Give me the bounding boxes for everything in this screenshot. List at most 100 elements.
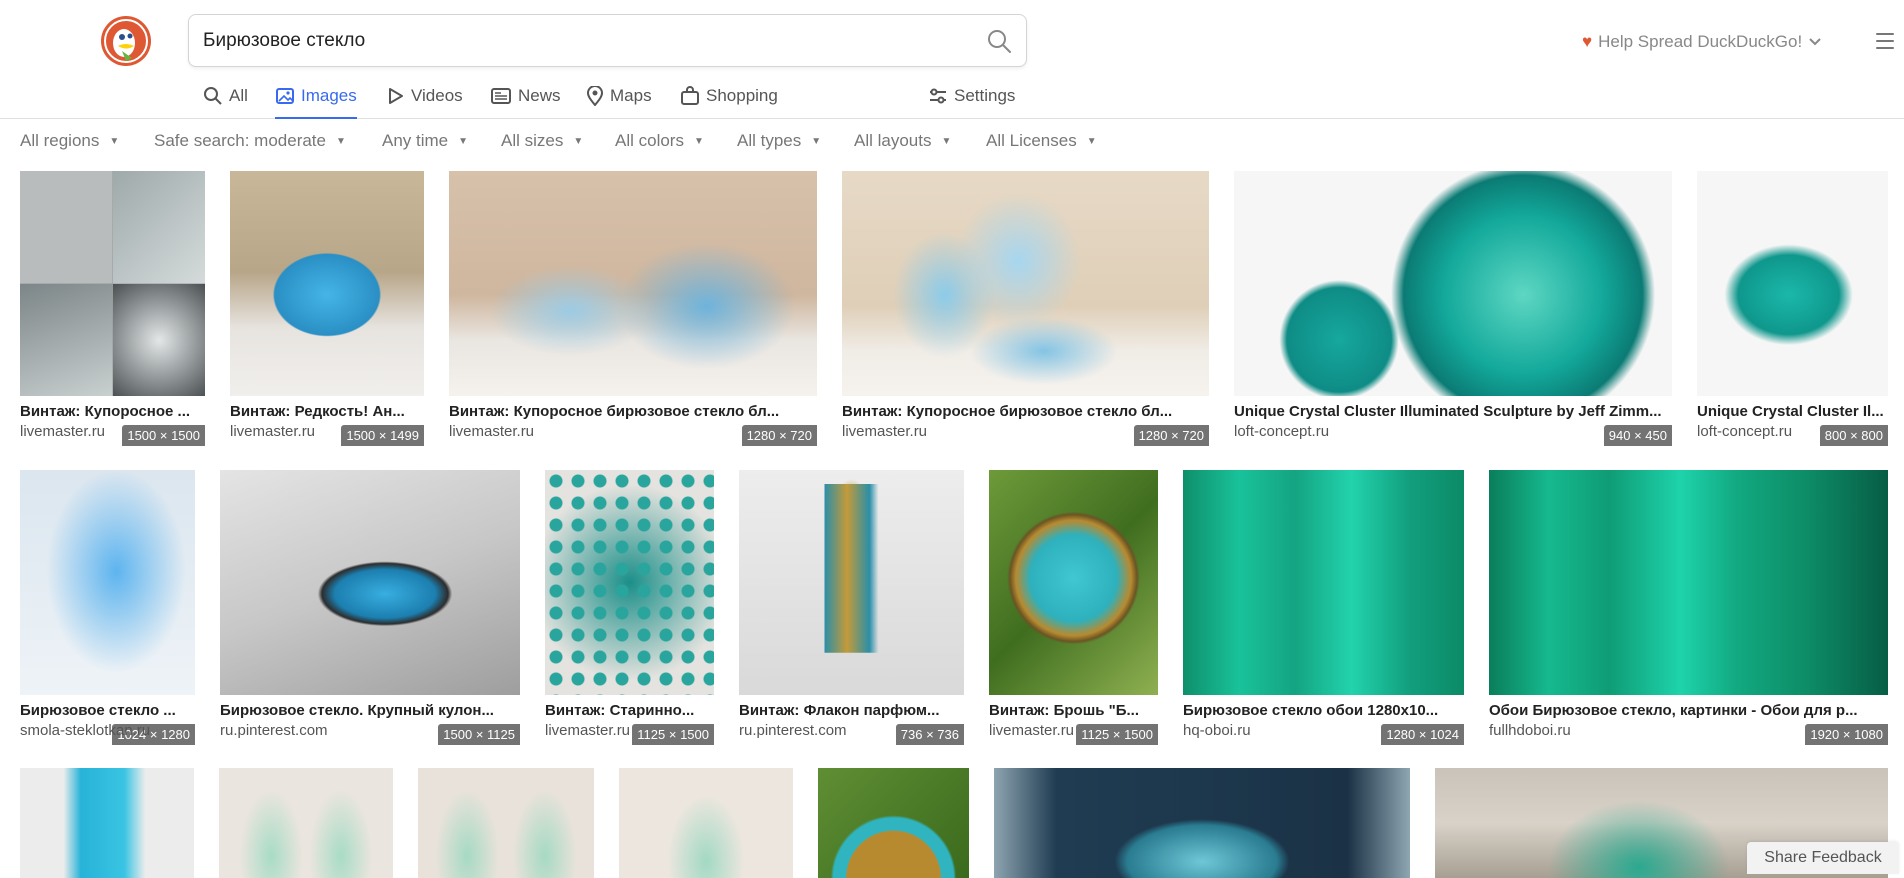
result-title: Винтаж: Старинно... xyxy=(545,702,695,719)
filter-colors[interactable]: All colors ▼ xyxy=(615,131,704,151)
result-title: Винтаж: Купоросное ... xyxy=(20,403,191,420)
image-result[interactable]: 1125 × 1500 Винтаж: Брошь "Б... livemast… xyxy=(989,470,1158,745)
filter-types[interactable]: All types ▼ xyxy=(737,131,821,151)
image-result[interactable] xyxy=(20,768,194,878)
filter-label: All types xyxy=(737,131,802,150)
tab-shopping-label: Shopping xyxy=(706,86,778,105)
tab-news-label: News xyxy=(518,86,561,105)
result-source: livemaster.ru xyxy=(842,423,928,440)
result-title: Бирюзовое стекло обои 1280x10... xyxy=(1183,702,1439,719)
image-result[interactable]: 1280 × 1024 Бирюзовое стекло обои 1280x1… xyxy=(1183,470,1464,745)
help-spread-label: Help Spread DuckDuckGo! xyxy=(1598,32,1803,51)
result-title: Винтаж: Купоросное бирюзовое стекло бл..… xyxy=(449,403,780,420)
settings-sliders-icon xyxy=(930,88,946,104)
filter-sizes[interactable]: All sizes ▼ xyxy=(501,131,583,151)
tab-all-label: All xyxy=(229,86,248,105)
menu-icon[interactable] xyxy=(1876,33,1894,49)
search-icon xyxy=(204,87,222,105)
image-result[interactable]: 1500 × 1499 Винтаж: Редкость! Ан... live… xyxy=(230,171,424,446)
image-result[interactable]: 1280 × 720 Винтаж: Купоросное бирюзовое … xyxy=(449,171,817,446)
result-source: livemaster.ru xyxy=(545,722,631,739)
result-title: Обои Бирюзовое стекло, картинки - Обои д… xyxy=(1489,702,1858,719)
result-source: livemaster.ru xyxy=(20,423,106,440)
result-thumbnail xyxy=(1234,171,1672,396)
help-spread-link[interactable]: ♥ Help Spread DuckDuckGo! xyxy=(1582,32,1822,52)
result-title: Винтаж: Флакон парфюм... xyxy=(739,702,940,719)
filter-regions[interactable]: All regions ▼ xyxy=(20,131,119,151)
result-thumbnail xyxy=(545,470,714,695)
result-title: Винтаж: Редкость! Ан... xyxy=(230,403,405,420)
tab-news[interactable]: News xyxy=(490,84,561,119)
result-title: Unique Crystal Cluster Illuminated Sculp… xyxy=(1234,403,1662,420)
image-result[interactable]: 1125 × 1500 Винтаж: Старинно... livemast… xyxy=(545,470,714,745)
image-result[interactable]: 1920 × 1080 Обои Бирюзовое стекло, карти… xyxy=(1489,470,1888,745)
filter-label: Any time xyxy=(382,131,449,150)
image-result[interactable] xyxy=(418,768,594,878)
image-result[interactable]: 1500 × 1125 Бирюзовое стекло. Крупный ку… xyxy=(220,470,520,745)
tab-settings-label: Settings xyxy=(954,86,1016,105)
tab-maps-label: Maps xyxy=(610,86,652,105)
result-thumbnail xyxy=(418,768,594,878)
shopping-bag-icon xyxy=(681,86,699,105)
image-result[interactable]: 1024 × 1280 Бирюзовое стекло ... smola-s… xyxy=(20,470,195,745)
filter-label: All Licenses xyxy=(986,131,1077,150)
filter-label: All colors xyxy=(615,131,684,150)
result-thumbnail xyxy=(989,470,1158,695)
result-source: livemaster.ru xyxy=(449,423,535,440)
search-box xyxy=(188,14,1027,67)
result-thumbnail xyxy=(619,768,793,878)
image-result[interactable] xyxy=(818,768,969,878)
result-source: livemaster.ru xyxy=(989,722,1075,739)
tab-shopping[interactable]: Shopping xyxy=(680,84,778,119)
filter-safe-search[interactable]: Safe search: moderate ▼ xyxy=(154,131,346,151)
result-thumbnail xyxy=(20,470,195,695)
result-source: livemaster.ru xyxy=(230,423,316,440)
filter-label: Safe search: moderate xyxy=(154,131,326,150)
filter-layouts[interactable]: All layouts ▼ xyxy=(854,131,951,151)
caret-down-icon: ▼ xyxy=(811,135,822,147)
caret-down-icon: ▼ xyxy=(109,135,120,147)
search-icon[interactable] xyxy=(986,28,1012,54)
caret-down-icon: ▼ xyxy=(573,135,584,147)
result-title: Винтаж: Брошь "Б... xyxy=(989,702,1139,719)
caret-down-icon: ▼ xyxy=(335,135,346,147)
image-result[interactable]: 1280 × 720 Винтаж: Купоросное бирюзовое … xyxy=(842,171,1209,446)
play-icon xyxy=(389,88,403,104)
image-result[interactable]: 736 × 736 Винтаж: Флакон парфюм... ru.pi… xyxy=(739,470,964,745)
image-result[interactable] xyxy=(994,768,1410,878)
result-title: Винтаж: Купоросное бирюзовое стекло бл..… xyxy=(842,403,1173,420)
result-thumbnail xyxy=(818,768,969,878)
map-pin-icon xyxy=(586,86,604,106)
image-result[interactable] xyxy=(619,768,793,878)
tab-videos-label: Videos xyxy=(411,86,463,105)
image-result[interactable]: 1500 × 1500 Винтаж: Купоросное ... livem… xyxy=(20,171,205,446)
tab-videos[interactable]: Videos xyxy=(385,84,463,119)
result-source: loft-concept.ru xyxy=(1234,423,1330,440)
tab-maps[interactable]: Maps xyxy=(586,84,652,119)
result-title: Unique Crystal Cluster Il... xyxy=(1697,403,1884,420)
caret-down-icon: ▼ xyxy=(693,135,704,147)
duckduckgo-logo[interactable] xyxy=(100,15,152,67)
share-feedback-button[interactable]: Share Feedback xyxy=(1747,842,1899,874)
result-thumbnail xyxy=(994,768,1410,878)
tab-all[interactable]: All xyxy=(203,84,248,119)
result-thumbnail xyxy=(842,171,1209,396)
tab-images-label: Images xyxy=(301,86,357,105)
filter-time[interactable]: Any time ▼ xyxy=(382,131,468,151)
image-result[interactable]: 940 × 450 Unique Crystal Cluster Illumin… xyxy=(1234,171,1672,446)
filter-label: All sizes xyxy=(501,131,564,150)
image-result[interactable]: 800 × 800 Unique Crystal Cluster Il... l… xyxy=(1697,171,1888,446)
tab-settings[interactable]: Settings xyxy=(928,84,1015,119)
result-thumbnail xyxy=(20,768,194,878)
filter-licenses[interactable]: All Licenses ▼ xyxy=(986,131,1097,151)
result-thumbnail xyxy=(230,171,424,396)
result-thumbnail xyxy=(20,171,205,396)
image-result[interactable] xyxy=(219,768,393,878)
filter-label: All layouts xyxy=(854,131,932,150)
result-source: hq-oboi.ru xyxy=(1183,722,1251,739)
filter-label: All regions xyxy=(20,131,100,150)
result-source: ru.pinterest.com xyxy=(739,722,847,739)
search-input[interactable] xyxy=(203,15,963,66)
tab-images[interactable]: Images xyxy=(275,84,357,119)
result-thumbnail xyxy=(220,470,520,695)
